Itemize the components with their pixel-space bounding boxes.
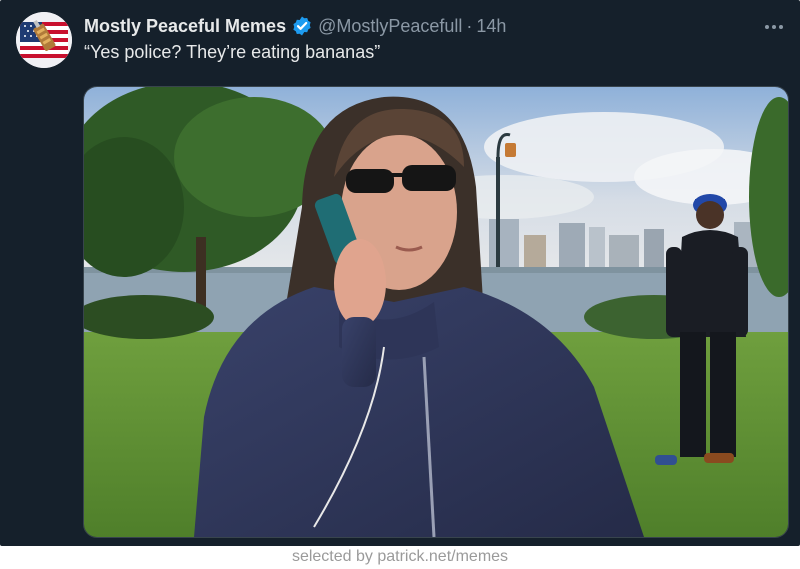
flag-avatar-image — [16, 12, 72, 68]
display-name[interactable]: Mostly Peaceful Memes — [84, 16, 286, 37]
avatar[interactable] — [16, 12, 72, 68]
watermark-caption: selected by patrick.net/memes — [291, 548, 509, 565]
tweet-header: Mostly Peaceful Memes @MostlyPeacefull ·… — [84, 14, 506, 38]
separator-dot: · — [466, 15, 473, 36]
tweet-media-photo[interactable] — [83, 86, 789, 538]
user-handle[interactable]: @MostlyPeacefull — [318, 16, 462, 37]
timestamp[interactable]: 14h — [476, 16, 506, 37]
photo-scene — [84, 87, 788, 537]
tweet-text: “Yes police? They’re eating bananas” — [84, 42, 381, 62]
more-horizontal-icon[interactable] — [764, 14, 784, 35]
tweet-card[interactable]: Mostly Peaceful Memes @MostlyPeacefull ·… — [0, 0, 800, 546]
verified-badge-icon — [291, 15, 313, 37]
